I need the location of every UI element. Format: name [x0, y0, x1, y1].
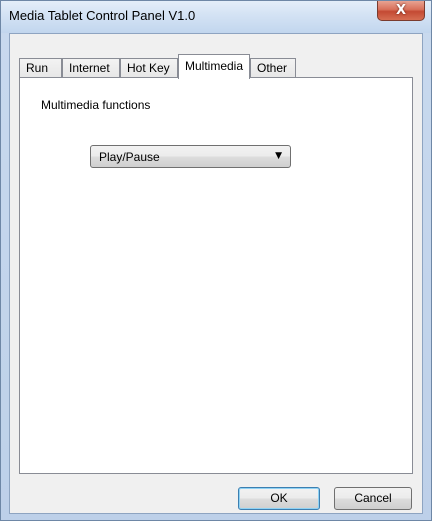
title-bar[interactable]: Media Tablet Control Panel V1.0 X: [1, 1, 431, 33]
tab-multimedia[interactable]: Multimedia: [178, 54, 250, 79]
close-button[interactable]: X: [377, 1, 425, 21]
selected-function-value: Play/Pause: [99, 150, 160, 164]
cancel-button[interactable]: Cancel: [334, 487, 412, 510]
multimedia-function-select[interactable]: Play/Pause ▼: [90, 145, 291, 168]
dropdown-arrow-icon[interactable]: ▼: [275, 151, 282, 161]
multimedia-tab-panel: Multimedia functions Play/Pause ▼: [19, 77, 413, 474]
tab-other[interactable]: Other: [250, 58, 296, 78]
client-area: Run Internet Hot Key Multimedia Other Mu…: [9, 33, 423, 514]
tab-hot-key[interactable]: Hot Key: [120, 58, 178, 78]
tab-internet[interactable]: Internet: [62, 58, 120, 78]
dialog-window: Media Tablet Control Panel V1.0 X Run In…: [0, 0, 432, 521]
window-title: Media Tablet Control Panel V1.0: [9, 8, 196, 23]
close-icon: X: [395, 3, 407, 18]
ok-button[interactable]: OK: [238, 487, 320, 510]
tab-run[interactable]: Run: [19, 58, 62, 78]
multimedia-functions-label: Multimedia functions: [41, 98, 151, 112]
